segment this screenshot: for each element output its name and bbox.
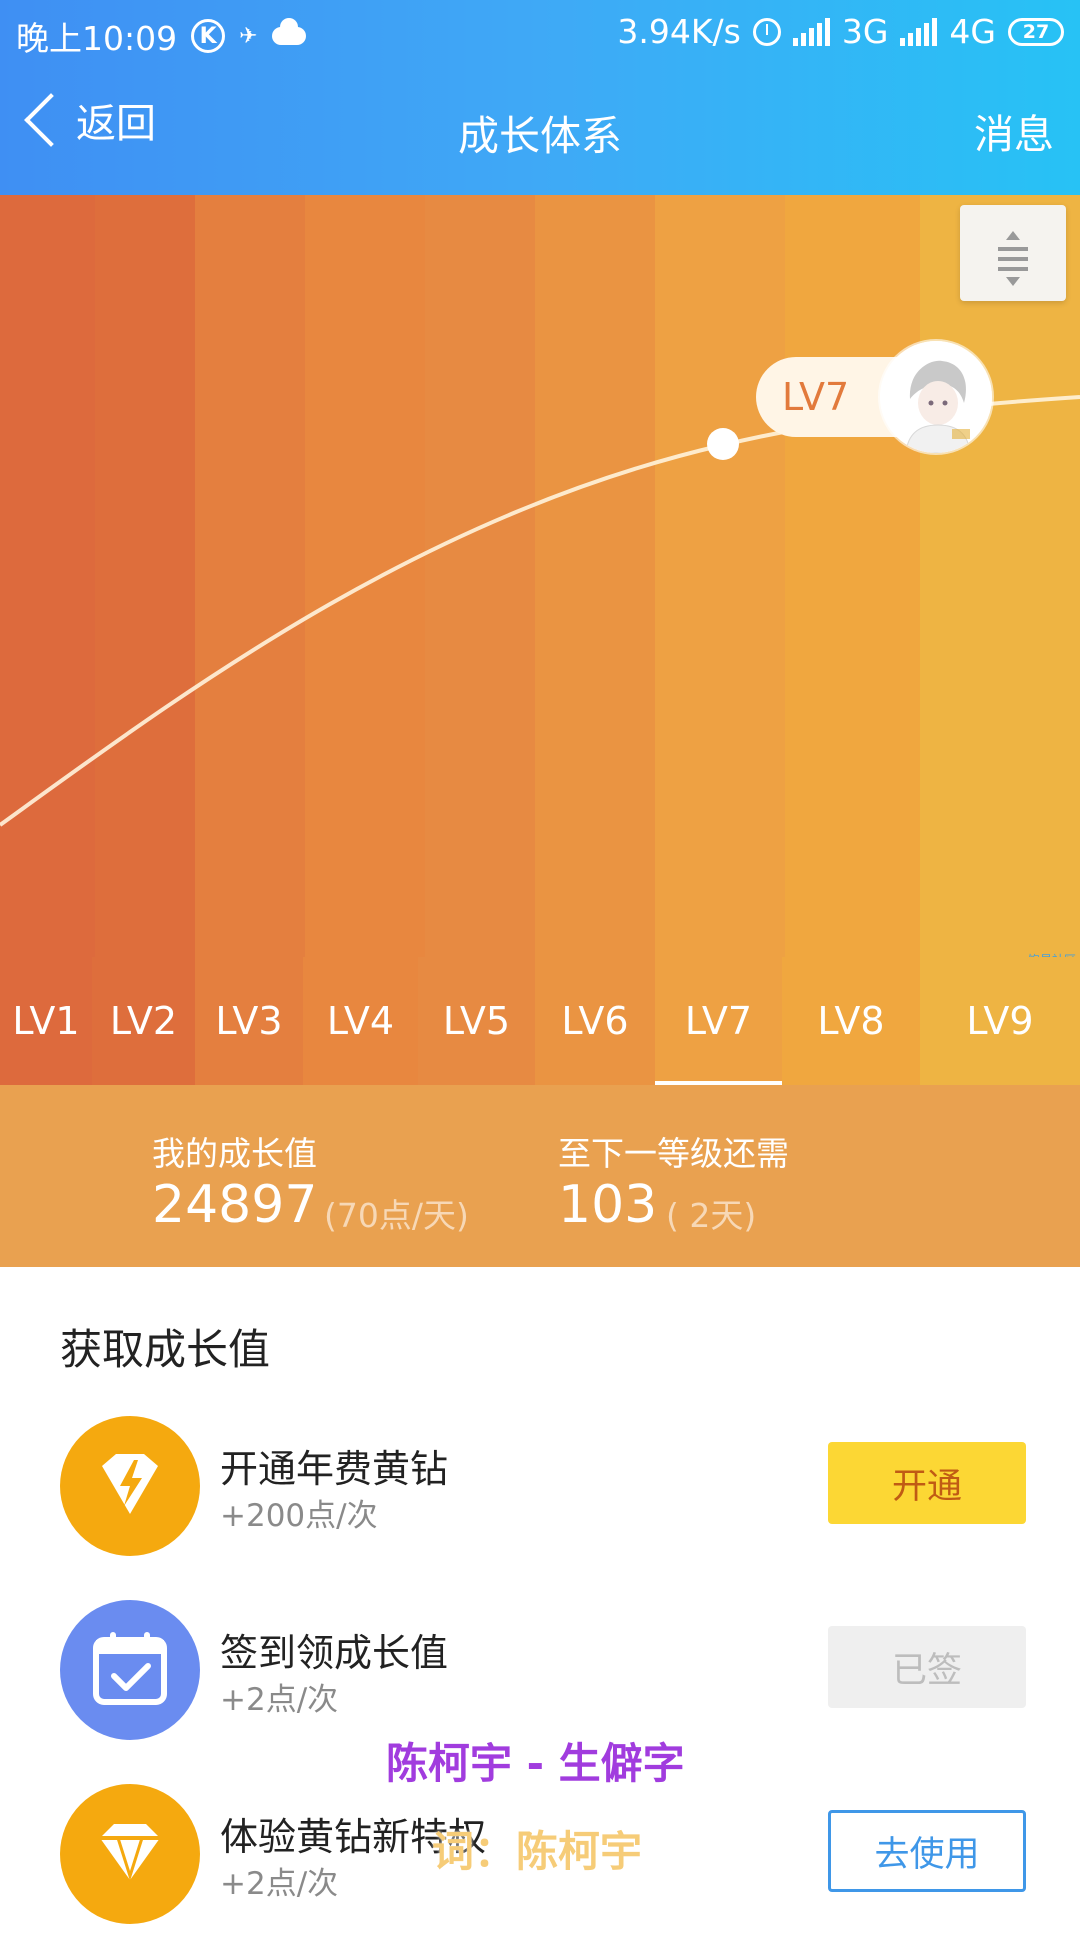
next-level-value: 103 (558, 1175, 658, 1235)
alarm-icon (752, 17, 781, 46)
status-bar: 晚上10:09 K ✈ 3.94K/s 3G 4G 27 (0, 0, 1080, 68)
level-tabs: LV1 LV2 LV3 LV4 LV5 LV6 LV7 LV8 LV9 (0, 957, 1080, 1085)
battery-icon: 27 (1008, 17, 1064, 46)
next-level-label: 至下一等级还需 (558, 1134, 789, 1173)
next-level-days: ( 2天) (666, 1196, 757, 1235)
avatar-illustration (880, 341, 992, 453)
tab-lv4[interactable]: LV4 (303, 957, 418, 1085)
growth-rate: (70点/天) (324, 1196, 469, 1235)
nav-bar: 返回 成长体系 消息 (0, 68, 1080, 195)
task-name: 开通年费黄钻 (220, 1447, 449, 1491)
status-time: 晚上10:09 (16, 19, 178, 58)
task-points: +200点/次 (220, 1498, 378, 1534)
tab-lv9[interactable]: LV9 (920, 957, 1080, 1085)
status-right: 3.94K/s 3G 4G 27 (617, 12, 1064, 51)
growth-stats: 我的成长值 24897 (70点/天) 至下一等级还需 103 ( 2天) (0, 1085, 1080, 1267)
activate-button[interactable]: 开通 (828, 1442, 1026, 1524)
tab-lv6[interactable]: LV6 (535, 957, 655, 1085)
task-row: 开通年费黄钻 +200点/次 开通 (0, 1416, 1080, 1576)
lyric-overlay-title: 陈柯宇 - 生僻字 (386, 1739, 685, 1788)
tab-lv1[interactable]: LV1 (0, 957, 92, 1085)
lightning-diamond-icon (60, 1416, 200, 1556)
tab-lv8[interactable]: LV8 (782, 957, 920, 1085)
signal-4g-icon (900, 17, 938, 46)
app-header: 晚上10:09 K ✈ 3.94K/s 3G 4G 27 返回 成长体系 消息 (0, 0, 1080, 195)
network-3g-label: 3G (841, 12, 889, 51)
use-button[interactable]: 去使用 (828, 1810, 1026, 1892)
scroll-handle[interactable] (960, 205, 1066, 301)
tab-lv3[interactable]: LV3 (195, 957, 303, 1085)
status-left: 晚上10:09 K ✈ (16, 12, 306, 60)
avatar[interactable] (880, 341, 992, 453)
cloud-icon (271, 18, 306, 45)
notification-icon: ✈ (239, 23, 258, 49)
calendar-check-icon (60, 1600, 200, 1740)
growth-hero: LV7 饱星社区 LV1 LV2 LV3 LV4 LV5 LV6 LV7 LV8… (0, 195, 1080, 1085)
growth-value: 24897 (152, 1175, 318, 1235)
growth-value-label: 我的成长值 (152, 1134, 317, 1173)
task-points: +2点/次 (220, 1682, 339, 1718)
signed-in-button[interactable]: 已签 (828, 1626, 1026, 1708)
task-name: 签到领成长值 (220, 1631, 449, 1675)
current-level-text: LV7 (782, 375, 850, 419)
signal-3g-icon (792, 17, 830, 46)
network-speed: 3.94K/s (617, 12, 741, 51)
kugou-icon: K (191, 19, 226, 53)
tab-lv5[interactable]: LV5 (418, 957, 535, 1085)
page-title: 成长体系 (458, 112, 622, 160)
network-4g-label: 4G (949, 12, 996, 51)
tab-lv7[interactable]: LV7 (655, 957, 782, 1085)
lyric-overlay-credit: 词：陈柯宇 (432, 1827, 643, 1876)
growth-curve (0, 395, 1080, 827)
messages-button[interactable]: 消息 (974, 102, 1054, 160)
earn-section-title: 获取成长值 (60, 1325, 271, 1374)
diamond-icon (60, 1784, 200, 1924)
tab-lv2[interactable]: LV2 (92, 957, 195, 1085)
current-position-dot (707, 428, 739, 460)
task-points: +2点/次 (220, 1866, 339, 1902)
